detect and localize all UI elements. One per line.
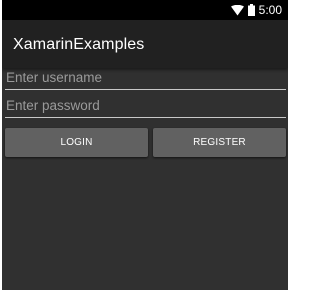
action-bar: XamarinExamples: [2, 20, 288, 68]
battery-icon: [247, 4, 255, 16]
app-title: XamarinExamples: [13, 36, 145, 53]
wifi-icon: [230, 4, 244, 16]
phone-screen: 5:00 XamarinExamples LOGIN REGISTER: [2, 0, 288, 290]
password-input[interactable]: [5, 95, 287, 115]
status-bar: 5:00: [2, 0, 288, 20]
username-field: [5, 67, 287, 90]
login-button[interactable]: LOGIN: [5, 128, 148, 157]
password-field: [5, 95, 287, 118]
register-button[interactable]: REGISTER: [153, 128, 286, 157]
status-time: 5:00: [258, 3, 282, 17]
status-icons: 5:00: [230, 0, 282, 20]
username-input[interactable]: [5, 67, 287, 87]
